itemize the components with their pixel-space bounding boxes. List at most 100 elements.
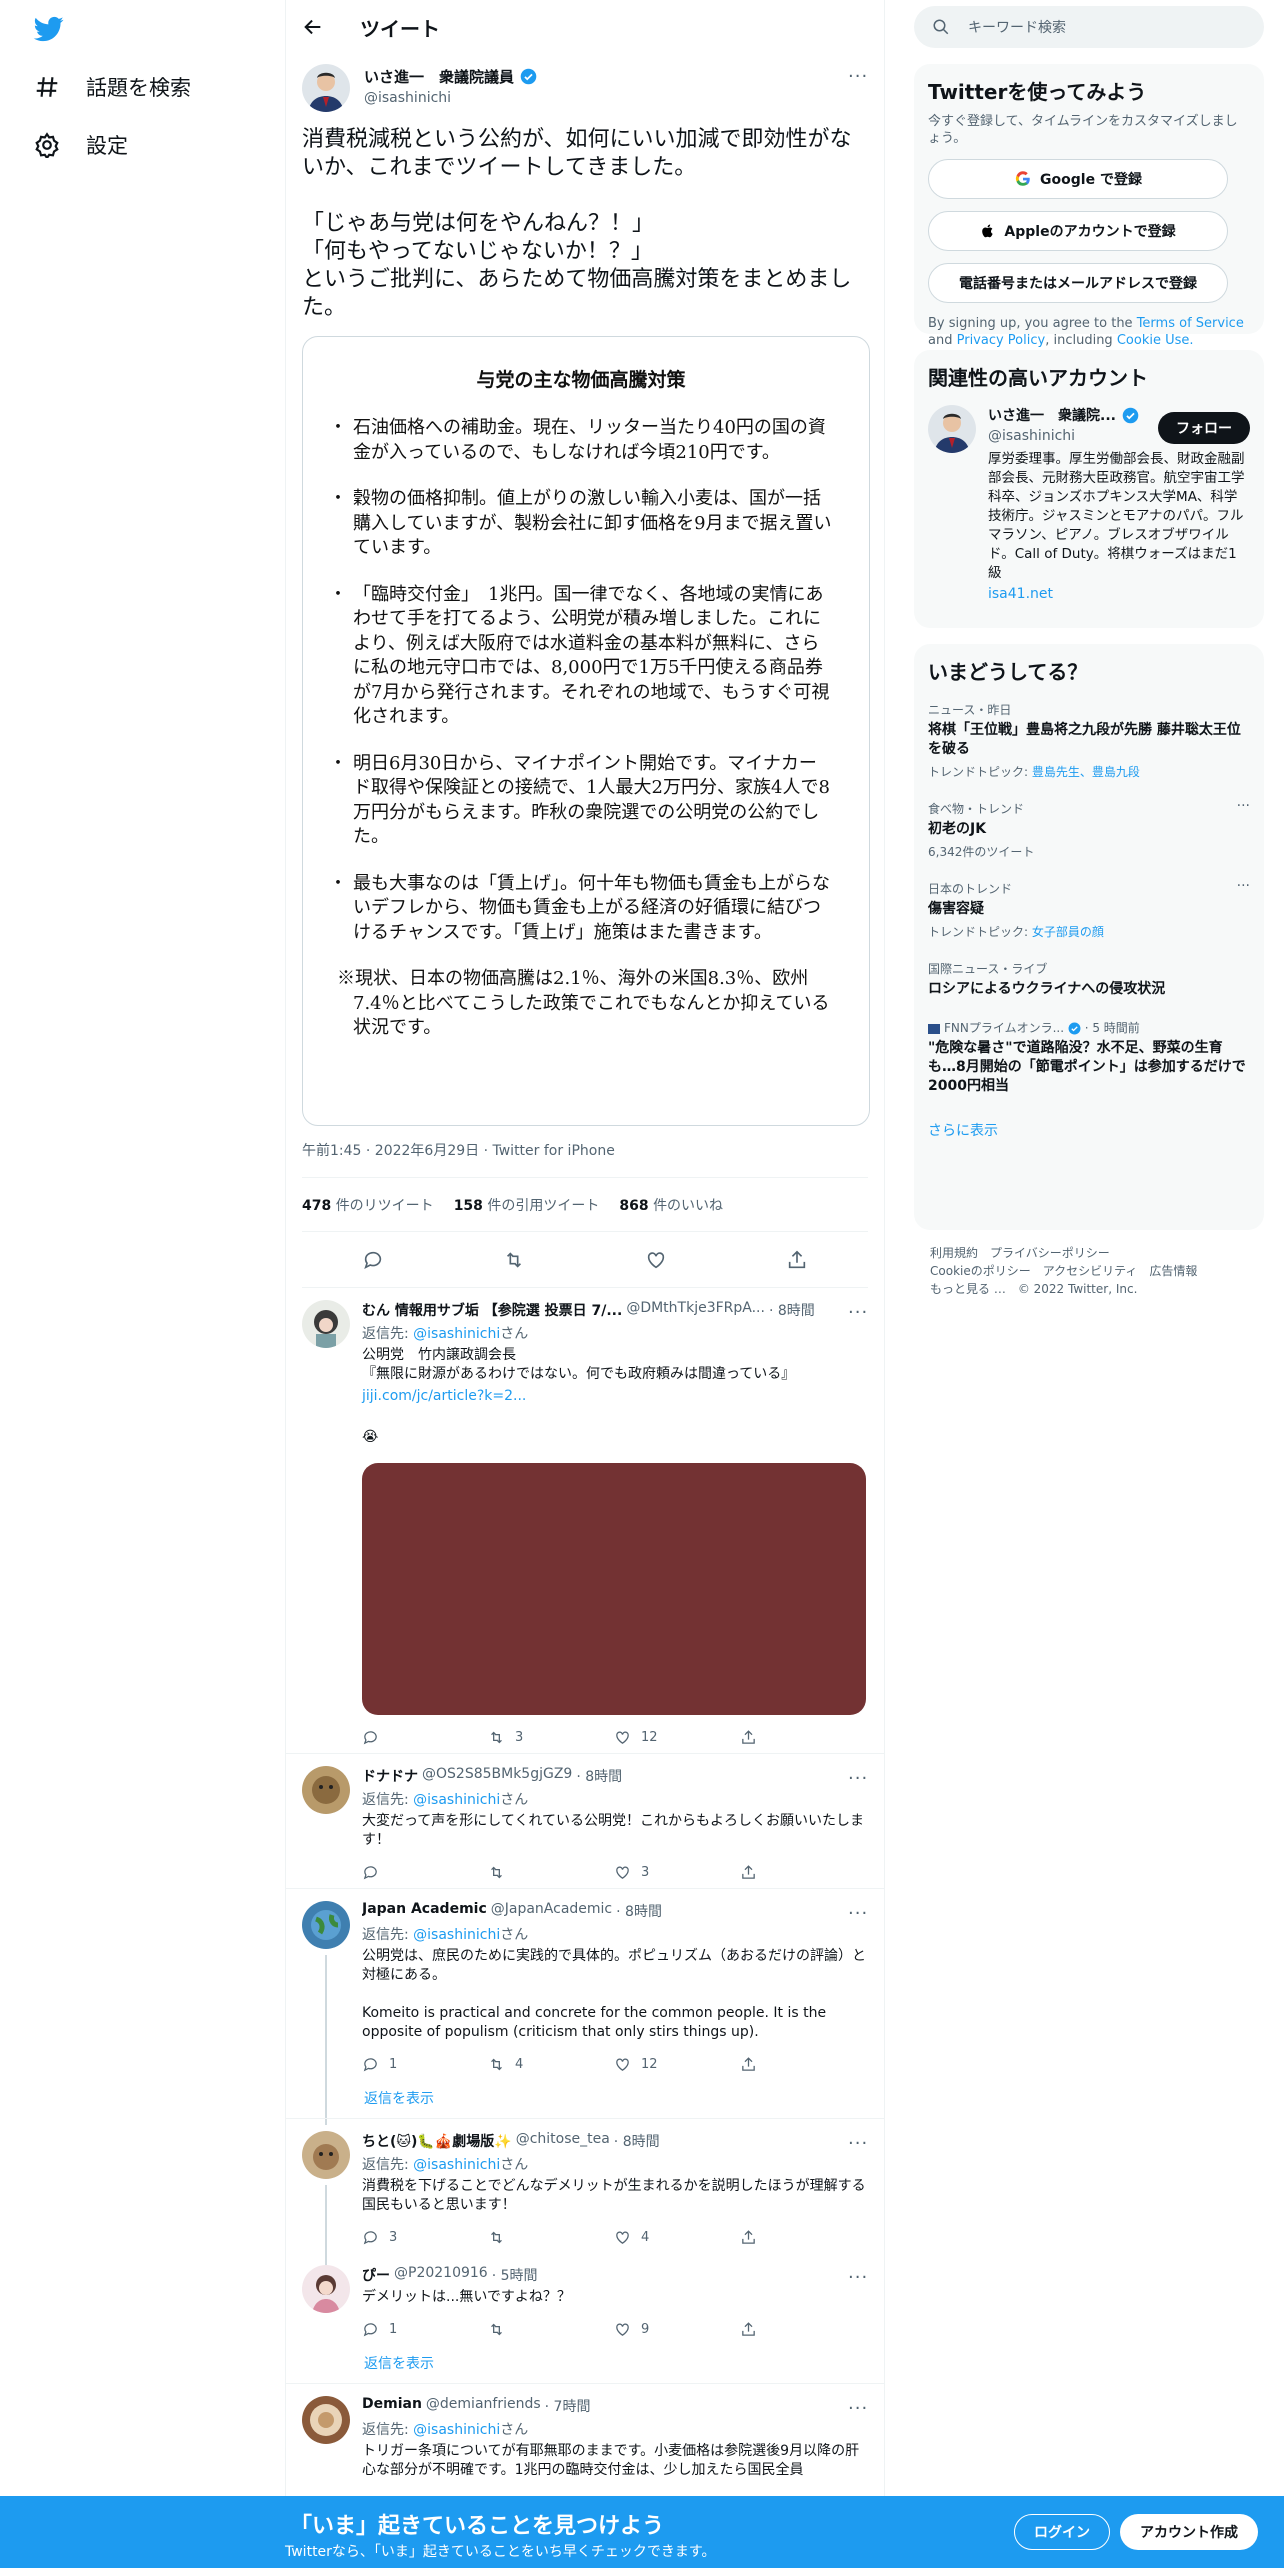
share-button[interactable] [740, 1864, 866, 1881]
trend-item[interactable]: ニュース・昨日 将棋「王位戦」豊島将之九段が先勝 藤井聡太王位を破る トレンドト… [928, 691, 1250, 790]
reply-author-handle[interactable]: @JapanAcademic [491, 1901, 612, 1921]
tweet-timestamp[interactable]: 午前1:45 · 2022年6月29日 · Twitter for iPhone [302, 1140, 868, 1178]
reply-author-name[interactable]: むん 情報用サブ垢 【参院選 投票日 7/... [362, 1300, 622, 1320]
trend-item[interactable]: ··· 日本のトレンド 傷害容疑 トレンドトピック: 女子部員の顔 [928, 870, 1250, 950]
like-count-link[interactable]: 868 件のいいね [619, 1195, 723, 1215]
retweet-button[interactable] [488, 1864, 614, 1881]
reply-author-name[interactable]: ぴー [362, 2265, 390, 2285]
trend-topic-link[interactable]: 女子部員の顔 [1032, 925, 1104, 939]
reply-author-handle[interactable]: @demianfriends [426, 2396, 541, 2416]
like-button[interactable]: 12 [614, 1729, 740, 1746]
reply-author-handle[interactable]: @OS2S85BMk5gjGZ9 [422, 1766, 572, 1786]
trend-item[interactable]: ··· 食べ物・トレンド 初老のJK 6,342件のツイート [928, 790, 1250, 870]
retweet-icon[interactable] [503, 1249, 525, 1271]
reply-author-handle[interactable]: @P20210916 [394, 2265, 488, 2285]
more-options-icon[interactable]: ··· [848, 66, 868, 87]
reply-author-name[interactable]: Japan Academic [362, 1901, 487, 1921]
reply-avatar[interactable] [302, 2265, 350, 2313]
like-button[interactable]: 3 [614, 1864, 740, 1881]
reply-avatar[interactable] [302, 2396, 350, 2444]
reply-avatar[interactable] [302, 1901, 350, 1949]
show-more-link[interactable]: さらに表示 [928, 1120, 1250, 1140]
signup-button[interactable]: アカウント作成 [1120, 2514, 1258, 2550]
author-name[interactable]: いさ進一 衆議院議員 [364, 66, 514, 87]
reply-tweet[interactable]: Demian @demianfriends · 7時間 ··· 返信先: @isas… [286, 2384, 884, 2480]
reply-tweet[interactable]: Japan Academic @JapanAcademic · 8時間 ··· 返信… [286, 1889, 884, 2125]
reply-button[interactable]: 1 [362, 2056, 488, 2073]
like-button[interactable]: 9 [614, 2321, 740, 2338]
phone-email-signup-button[interactable]: 電話番号またはメールアドレスで登録 [928, 263, 1228, 303]
reply-avatar[interactable] [302, 2131, 350, 2179]
reply-button[interactable] [362, 1864, 488, 1881]
footer-line[interactable]: もっと見る … © 2022 Twitter, Inc. [930, 1280, 1248, 1298]
show-replies-link[interactable]: 返信を表示 [286, 2345, 884, 2384]
reply-button[interactable]: 1 [362, 2321, 488, 2338]
reply-link[interactable]: jiji.com/jc/article?k=2... [362, 1388, 526, 1404]
google-signup-button[interactable]: Google で登録 [928, 159, 1228, 199]
retweet-button[interactable]: 4 [488, 2056, 614, 2073]
nav-explore[interactable]: 話題を検索 [34, 72, 191, 102]
related-name[interactable]: いさ進一 衆議院... [988, 405, 1116, 425]
replying-to-link[interactable]: @isashinichi [413, 2157, 500, 2173]
more-options-icon[interactable]: ··· [848, 1302, 868, 1323]
reply-avatar[interactable] [302, 1766, 350, 1814]
reply-icon[interactable] [362, 1249, 384, 1271]
quote-count-link[interactable]: 158 件の引用ツイート [454, 1195, 600, 1215]
reply-author-name[interactable]: Demian [362, 2396, 422, 2416]
related-avatar[interactable] [928, 405, 976, 453]
share-button[interactable] [740, 2056, 866, 2073]
more-options-icon[interactable]: ··· [848, 2133, 868, 2154]
footer-line[interactable]: Cookieのポリシー アクセシビリティ 広告情報 [930, 1262, 1248, 1280]
reply-tweet[interactable]: ドナドナ @OS2S85BMk5gjGZ9 · 8時間 ··· 返信先: @isas… [286, 1754, 884, 1889]
show-replies-link[interactable]: 返信を表示 [286, 2080, 884, 2119]
trend-topic-link[interactable]: 豊島先生、豊島九段 [1032, 765, 1140, 779]
retweet-count-link[interactable]: 478 件のリツイート [302, 1195, 434, 1215]
reply-time[interactable]: · 8時間 [616, 1901, 662, 1921]
more-options-icon[interactable]: ··· [848, 2267, 868, 2288]
search-input[interactable]: キーワード検索 [914, 6, 1264, 48]
author-handle[interactable]: @isashinichi [364, 90, 537, 106]
terms-of-service-link[interactable]: Terms of Service [1137, 316, 1244, 331]
reply-tweet[interactable]: むん 情報用サブ垢 【参院選 投票日 7/... @DMthTkje3FRpA..… [286, 1288, 884, 1754]
reply-tweet[interactable]: ちと(🐱)🐛🎪劇場版✨ @chitose_tea · 8時間 ··· 返信先: @i… [286, 2119, 884, 2269]
login-button[interactable]: ログイン [1014, 2514, 1110, 2550]
reply-author-name[interactable]: ちと(🐱)🐛🎪劇場版✨ [362, 2131, 512, 2151]
twitter-logo-icon[interactable] [32, 14, 66, 44]
retweet-button[interactable] [488, 2229, 614, 2246]
reply-time[interactable]: · 8時間 [576, 1766, 622, 1786]
reply-time[interactable]: · 5時間 [492, 2265, 538, 2285]
share-button[interactable] [740, 1729, 866, 1746]
reply-button[interactable] [362, 1729, 488, 1746]
trend-item[interactable]: FNNプライムオンラ... · 5 時間前 "危険な暑さ"で道路陥没？水不足、野… [928, 1009, 1250, 1106]
share-button[interactable] [740, 2321, 866, 2338]
reply-author-handle[interactable]: @DMthTkje3FRpA... [626, 1300, 765, 1320]
footer-line[interactable]: 利用規約 プライバシーポリシー [930, 1244, 1248, 1262]
more-options-icon[interactable]: ··· [1237, 798, 1250, 814]
retweet-button[interactable]: 3 [488, 1729, 614, 1746]
reply-avatar[interactable] [302, 1300, 350, 1348]
replying-to-link[interactable]: @isashinichi [413, 1326, 500, 1342]
trend-item[interactable]: 国際ニュース・ライブ ロシアによるウクライナへの侵攻状況 [928, 950, 1250, 1009]
avatar[interactable] [302, 64, 350, 112]
cookie-use-link[interactable]: Cookie Use. [1117, 333, 1194, 348]
reply-button[interactable]: 3 [362, 2229, 488, 2246]
reply-author-name[interactable]: ドナドナ [362, 1766, 418, 1786]
more-options-icon[interactable]: ··· [848, 2398, 868, 2419]
reply-author-handle[interactable]: @chitose_tea [516, 2131, 610, 2151]
reply-time[interactable]: · 8時間 [614, 2131, 660, 2151]
share-icon[interactable] [786, 1249, 808, 1271]
like-button[interactable]: 4 [614, 2229, 740, 2246]
nav-settings[interactable]: 設定 [34, 130, 128, 160]
replying-to-link[interactable]: @isashinichi [413, 1792, 500, 1808]
retweet-button[interactable] [488, 2321, 614, 2338]
more-options-icon[interactable]: ··· [848, 1768, 868, 1789]
follow-button[interactable]: フォロー [1158, 412, 1250, 444]
reply-time[interactable]: · 8時間 [769, 1300, 815, 1320]
reply-tweet[interactable]: ぴー @P20210916 · 5時間 ··· デメリットは...無いですよね？？ … [286, 2253, 884, 2345]
like-icon[interactable] [645, 1249, 667, 1271]
tweet-image-card[interactable]: 与党の主な物価高騰対策 ・石油価格への補助金。現在、リッター当たり40円の国の資… [302, 336, 870, 1126]
like-button[interactable]: 12 [614, 2056, 740, 2073]
more-options-icon[interactable]: ··· [1237, 878, 1250, 894]
reply-media[interactable] [362, 1463, 866, 1715]
replying-to-link[interactable]: @isashinichi [413, 1927, 500, 1943]
